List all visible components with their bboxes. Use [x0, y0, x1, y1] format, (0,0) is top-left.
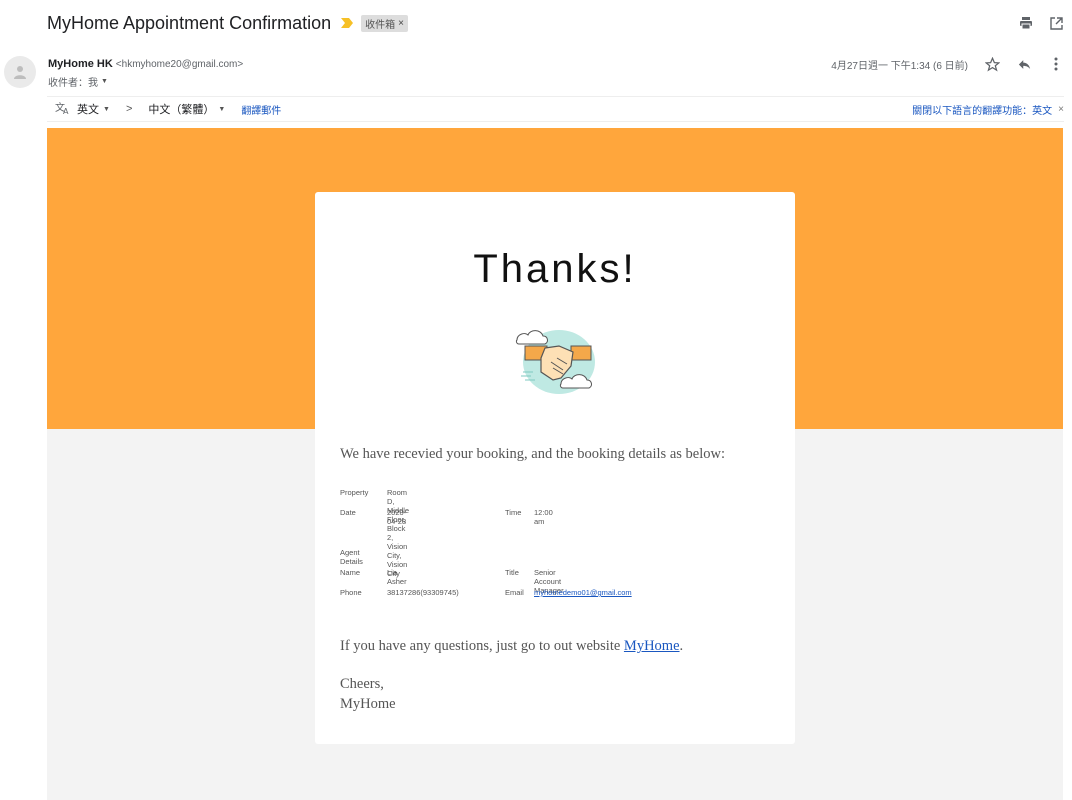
disable-translation-link[interactable]: 關閉以下語言的翻譯功能：英文 — [912, 102, 1052, 117]
content-card: Thanks! We have recevied your booking, a… — [315, 192, 795, 744]
target-language-select[interactable]: 中文（繁體） ▼ — [148, 101, 225, 117]
email-label: Email — [505, 588, 524, 597]
time-label: Time — [505, 508, 522, 517]
phone-label: Phone — [340, 588, 362, 597]
name-label: Name — [340, 568, 361, 577]
cheers-text: Cheers, — [340, 676, 384, 692]
signature-text: MyHome — [340, 696, 396, 712]
top-actions — [1018, 10, 1064, 36]
chevron-down-icon: ▼ — [218, 105, 226, 113]
chevron-down-icon: ▼ — [103, 105, 110, 113]
sender-row: MyHome HK <hkmyhome20@gmail.com> 收件者：我 ▼ … — [0, 56, 1072, 90]
disable-translation: 關閉以下語言的翻譯功能：英文 × — [912, 102, 1064, 117]
agent-details-heading: Agent Details — [340, 548, 363, 566]
property-label: Property — [340, 488, 369, 497]
question-body: If you have any questions, just go to ou… — [340, 638, 624, 654]
inbox-label-text: 收件箱 — [365, 19, 396, 31]
source-language-select[interactable]: 英文 ▼ — [77, 101, 110, 117]
date-value: 2020-04-28 — [387, 508, 407, 526]
translate-icon: 文A — [55, 101, 71, 118]
sender-email: <hkmyhome20@gmail.com> — [115, 59, 244, 70]
printer-icon[interactable] — [1018, 15, 1034, 31]
email-date: 4月27日週一 下午1:34 (6 日前) — [831, 60, 968, 72]
date-label: Date — [340, 508, 356, 517]
subject-row: MyHome Appointment Confirmation 收件箱 × — [47, 10, 1072, 36]
important-marker-icon[interactable] — [341, 18, 354, 28]
translate-controls: 文A 英文 ▼ > 中文（繁體） ▼ 翻譯郵件 — [47, 101, 281, 118]
star-icon[interactable] — [984, 56, 1000, 72]
question-text: If you have any questions, just go to ou… — [340, 638, 683, 655]
arrow-right-icon: > — [125, 103, 133, 115]
source-language-label: 英文 — [77, 104, 99, 116]
reply-icon[interactable] — [1016, 56, 1032, 72]
title-label: Title — [505, 568, 519, 577]
inbox-label-chip: 收件箱 × — [361, 14, 408, 32]
agent-email-link[interactable]: myhomedemo01@gmail.com — [534, 588, 632, 597]
target-language-label: 中文（繁體） — [148, 104, 215, 116]
email-subject: MyHome Appointment Confirmation — [47, 12, 332, 33]
intro-text: We have recevied your booking, and the b… — [340, 446, 725, 462]
more-vert-icon[interactable] — [1048, 56, 1064, 72]
property-value: Room D, Middle Floor, Block 2, Vision Ci… — [387, 488, 410, 578]
website-link[interactable]: MyHome — [624, 638, 680, 654]
time-value: 12:00 am — [534, 508, 553, 526]
open-new-window-icon[interactable] — [1048, 15, 1064, 31]
chevron-down-icon: ▼ — [101, 78, 108, 85]
remove-label-button[interactable]: × — [398, 18, 404, 29]
question-period: . — [679, 638, 684, 654]
sender-name[interactable]: MyHome HK — [48, 58, 113, 70]
close-icon[interactable]: × — [1058, 104, 1064, 115]
svg-text:A: A — [63, 107, 69, 115]
email-body: Thanks! We have recevied your booking, a… — [47, 128, 1063, 800]
translate-bar: 文A 英文 ▼ > 中文（繁體） ▼ 翻譯郵件 關閉以下語言的翻譯功能：英文 × — [47, 96, 1064, 122]
avatar-person-icon[interactable] — [4, 56, 36, 88]
recipient-dropdown[interactable]: 收件者：我 ▼ — [48, 74, 108, 89]
translate-message-link[interactable]: 翻譯郵件 — [241, 102, 281, 117]
phone-value: 38137286(93309745) — [387, 588, 459, 597]
sender-line: MyHome HK <hkmyhome20@gmail.com> — [48, 58, 243, 70]
handshake-illustration — [515, 330, 595, 394]
date-actions: 4月27日週一 下午1:34 (6 日前) — [831, 56, 1064, 72]
thanks-heading: Thanks! — [473, 247, 637, 291]
signoff: Cheers, MyHome — [340, 674, 396, 714]
recipient-text: 收件者：我 — [48, 78, 98, 89]
name-value: Lia Asher — [387, 568, 407, 586]
